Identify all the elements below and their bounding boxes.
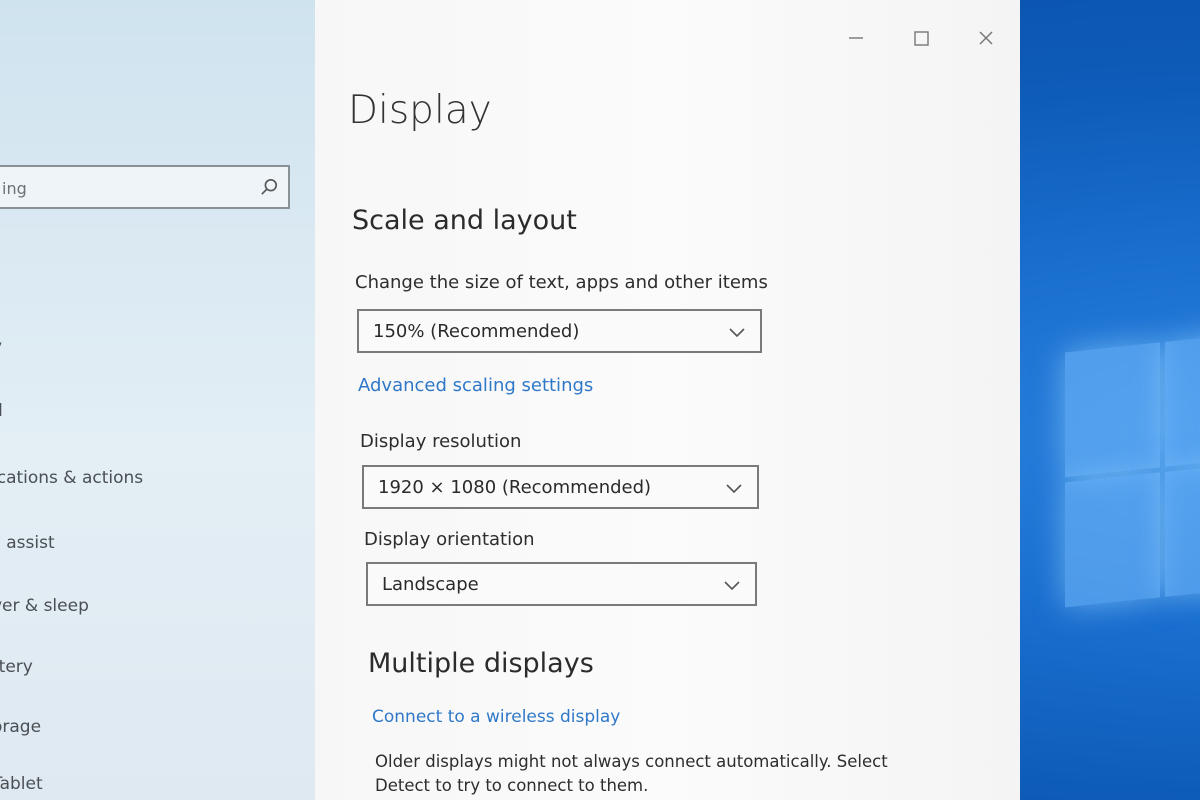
close-icon[interactable] [972, 24, 1000, 52]
resolution-label: Display resolution [360, 431, 522, 452]
scale-dropdown[interactable]: 150% (Recommended) [357, 309, 762, 353]
sidebar-item-battery[interactable]: ttery [0, 657, 33, 677]
orientation-label: Display orientation [364, 529, 535, 550]
sidebar-item-notifications[interactable]: ications & actions [0, 468, 143, 488]
chevron-down-icon [724, 581, 740, 591]
search-input[interactable] [0, 175, 244, 201]
chevron-down-icon [729, 328, 745, 338]
sidebar-item-power-sleep[interactable]: ver & sleep [0, 596, 89, 616]
search-box[interactable] [0, 165, 290, 209]
wireless-display-link[interactable]: Connect to a wireless display [372, 707, 620, 727]
sidebar-item-1[interactable]: y [0, 337, 2, 357]
text-size-label: Change the size of text, apps and other … [355, 272, 768, 293]
sidebar-item-tablet[interactable]: Tablet [0, 774, 43, 794]
sidebar-item-focus-assist[interactable]: s assist [0, 533, 55, 553]
minimize-icon[interactable] [842, 24, 870, 52]
multiple-displays-heading: Multiple displays [368, 648, 594, 679]
scale-dropdown-value: 150% (Recommended) [373, 321, 580, 342]
settings-sidebar: y d ications & actions s assist ver & sl… [0, 0, 315, 800]
resolution-dropdown-value: 1920 × 1080 (Recommended) [378, 477, 652, 498]
orientation-dropdown-value: Landscape [382, 574, 479, 595]
chevron-down-icon [726, 484, 742, 494]
settings-window: y d ications & actions s assist ver & sl… [0, 0, 1020, 800]
search-icon[interactable] [260, 178, 278, 196]
scale-layout-heading: Scale and layout [352, 205, 577, 236]
maximize-icon[interactable] [907, 24, 935, 52]
advanced-scaling-link[interactable]: Advanced scaling settings [358, 375, 593, 396]
orientation-dropdown[interactable]: Landscape [366, 562, 757, 606]
sidebar-item-2[interactable]: d [0, 401, 3, 421]
resolution-dropdown[interactable]: 1920 × 1080 (Recommended) [362, 465, 759, 509]
detect-description: Older displays might not always connect … [375, 752, 888, 795]
sidebar-item-storage[interactable]: orage [0, 717, 41, 737]
windows-logo-wallpaper [1005, 236, 1200, 683]
display-settings-page: Display Scale and layout Change the size… [315, 0, 1020, 800]
page-title: Display [348, 88, 492, 133]
